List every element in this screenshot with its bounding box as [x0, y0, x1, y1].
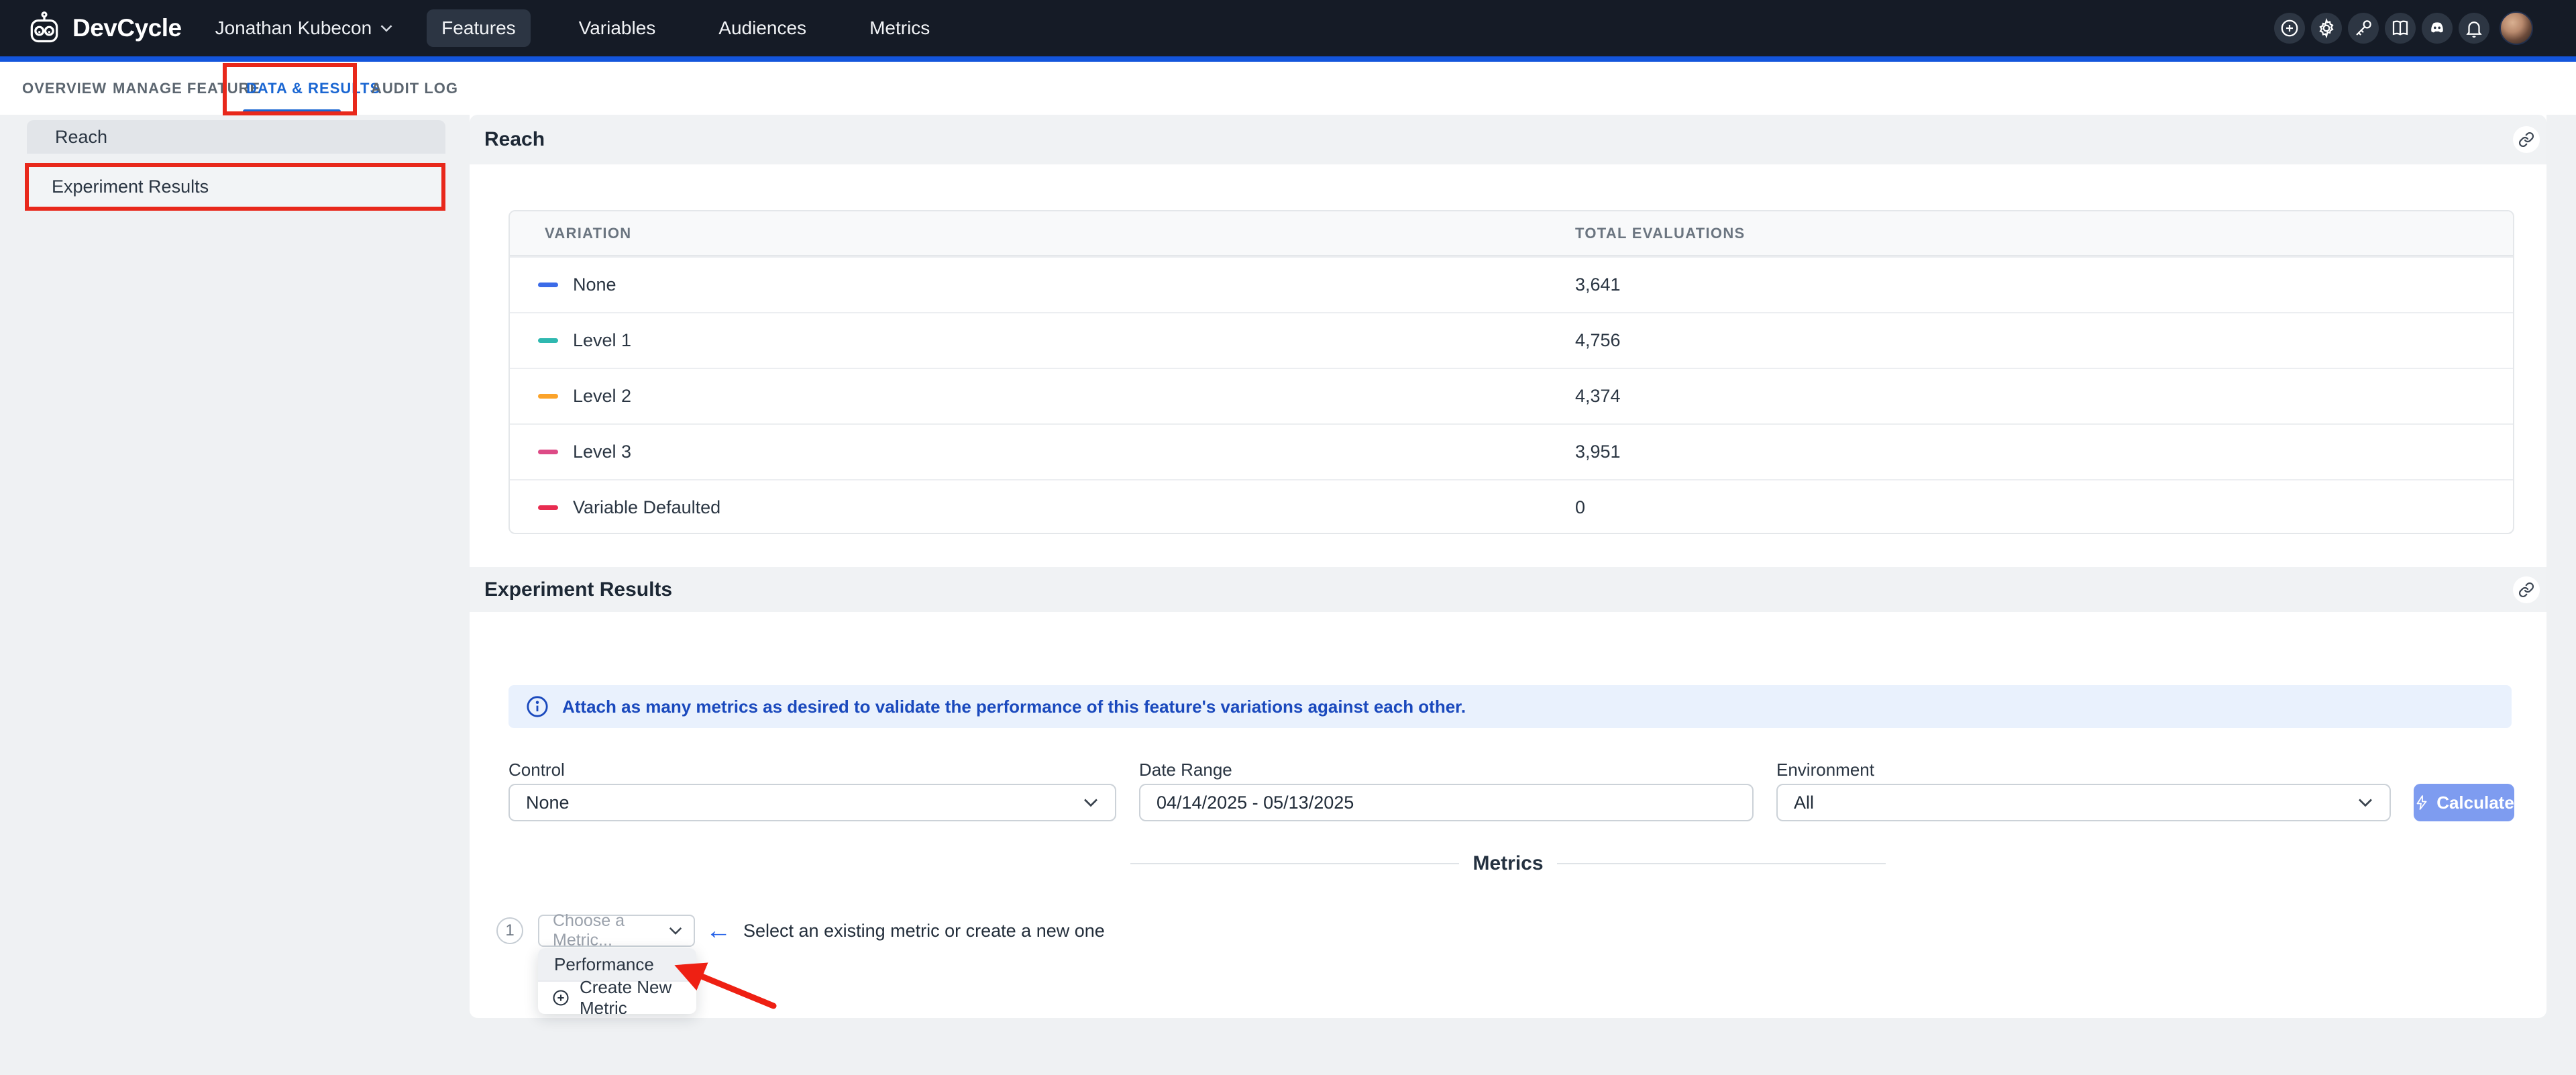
discord-icon	[2427, 18, 2447, 38]
environment-select[interactable]: All	[1776, 784, 2391, 821]
variation-color-swatch	[538, 338, 558, 343]
org-switcher[interactable]: Jonathan Kubecon	[215, 17, 394, 39]
chevron-down-icon	[380, 23, 393, 33]
link-icon	[2518, 132, 2534, 148]
divider-line	[1130, 863, 1459, 864]
reach-table-header: VARIATION TOTAL EVALUATIONS	[510, 211, 2513, 256]
variation-color-swatch	[538, 283, 558, 287]
variation-name: Level 2	[573, 386, 631, 407]
nav-item-features[interactable]: Features	[427, 9, 531, 47]
plus-circle-icon	[551, 988, 570, 1007]
book-icon	[2390, 18, 2410, 38]
variation-name: None	[573, 274, 616, 295]
devcycle-logo[interactable]: DevCycle	[27, 11, 182, 46]
sidebar-item-reach[interactable]: Reach	[27, 120, 445, 154]
org-name: Jonathan Kubecon	[215, 17, 372, 39]
tab-audit-log[interactable]: AUDIT LOG	[371, 62, 458, 115]
variation-name: Variable Defaulted	[573, 497, 720, 518]
variation-evaluations: 4,756	[1575, 330, 2513, 351]
nav-item-metrics[interactable]: Metrics	[855, 9, 945, 47]
plus-circle-icon	[2279, 18, 2300, 38]
table-row: None 3,641	[510, 256, 2513, 312]
variation-color-swatch	[538, 394, 558, 399]
annotation-box-experiment-results: Experiment Results	[25, 163, 445, 211]
control-label: Control	[508, 760, 565, 780]
date-range-value: 04/14/2025 - 05/13/2025	[1157, 792, 1354, 813]
feature-tabs-row: OVERVIEW MANAGE FEATURE DATA & RESULTS A…	[0, 62, 2576, 115]
left-arrow-glyph: ←	[706, 915, 731, 947]
control-select-value: None	[526, 792, 570, 813]
table-row: Level 2 4,374	[510, 368, 2513, 423]
key-icon	[2353, 18, 2373, 38]
discord-button[interactable]	[2422, 13, 2453, 44]
variation-color-swatch	[538, 505, 558, 510]
divider-line	[1557, 863, 1886, 864]
sidebar-item-experiment-results[interactable]: Experiment Results	[29, 167, 441, 207]
api-keys-button[interactable]	[2348, 13, 2379, 44]
link-icon	[2518, 582, 2534, 598]
calculate-button[interactable]: Calculate	[2414, 784, 2514, 821]
annotation-box-data-results-tab	[223, 63, 357, 115]
sidebar-item-label: Experiment Results	[52, 176, 209, 197]
table-row: Level 1 4,756	[510, 312, 2513, 368]
variation-evaluations: 3,641	[1575, 274, 2513, 295]
column-header-variation: VARIATION	[510, 225, 1575, 242]
variation-evaluations: 3,951	[1575, 442, 2513, 462]
variation-evaluations: 4,374	[1575, 386, 2513, 407]
variation-name: Level 1	[573, 330, 631, 351]
variation-color-swatch	[538, 450, 558, 454]
choose-metric-select[interactable]: Choose a Metric...	[538, 915, 695, 947]
info-banner: Attach as many metrics as desired to val…	[508, 685, 2512, 728]
gear-icon	[2316, 18, 2337, 38]
date-range-label: Date Range	[1139, 760, 1232, 780]
nav-item-variables[interactable]: Variables	[564, 9, 671, 47]
chevron-down-icon	[1083, 797, 1099, 808]
bell-icon	[2464, 18, 2484, 38]
brand-name: DevCycle	[72, 14, 182, 42]
metric-helper-text: Select an existing metric or create a ne…	[743, 915, 1105, 947]
chevron-down-icon	[2357, 797, 2373, 808]
user-avatar[interactable]	[2500, 11, 2533, 45]
table-row: Level 3 3,951	[510, 423, 2513, 479]
lightning-bolt-icon	[2414, 795, 2430, 811]
progress-bar	[0, 56, 2576, 62]
calculate-button-label: Calculate	[2436, 792, 2514, 813]
reach-table: VARIATION TOTAL EVALUATIONS None 3,641 L…	[508, 210, 2514, 534]
variation-evaluations: 0	[1575, 497, 2513, 518]
control-select[interactable]: None	[508, 784, 1116, 821]
date-range-input[interactable]: 04/14/2025 - 05/13/2025	[1139, 784, 1754, 821]
choose-metric-placeholder: Choose a Metric...	[553, 911, 668, 950]
experiment-results-title: Experiment Results	[470, 578, 672, 601]
main-panel: Reach VARIATION TOTAL EVALUATIONS None 3…	[470, 115, 2546, 1018]
metric-row-number: 1	[496, 917, 523, 944]
sidebar-item-label: Reach	[55, 127, 107, 148]
column-header-total-evaluations: TOTAL EVALUATIONS	[1575, 225, 2513, 242]
metrics-divider: Metrics	[1130, 850, 1886, 877]
tab-overview[interactable]: OVERVIEW	[22, 62, 107, 115]
environment-select-value: All	[1794, 792, 1814, 813]
nav-item-audiences[interactable]: Audiences	[704, 9, 821, 47]
info-banner-text: Attach as many metrics as desired to val…	[562, 697, 1466, 717]
create-new-button[interactable]	[2274, 13, 2305, 44]
documentation-button[interactable]	[2385, 13, 2416, 44]
info-icon	[526, 695, 549, 718]
top-navigation-bar: DevCycle Jonathan Kubecon Features Varia…	[0, 0, 2576, 56]
reach-permalink-button[interactable]	[2513, 126, 2540, 153]
table-row: Variable Defaulted 0	[510, 479, 2513, 534]
experiment-results-section-header: Experiment Results	[470, 567, 2546, 612]
reach-section-header: Reach	[470, 115, 2546, 164]
metrics-heading: Metrics	[1472, 852, 1543, 875]
devcycle-robot-icon	[27, 11, 62, 46]
environment-label: Environment	[1776, 760, 1874, 780]
experiment-permalink-button[interactable]	[2513, 576, 2540, 603]
chevron-down-icon	[668, 926, 683, 935]
annotation-arrow	[667, 958, 788, 1018]
reach-section-title: Reach	[470, 128, 545, 151]
notifications-button[interactable]	[2459, 13, 2489, 44]
settings-button[interactable]	[2311, 13, 2342, 44]
variation-name: Level 3	[573, 442, 631, 462]
